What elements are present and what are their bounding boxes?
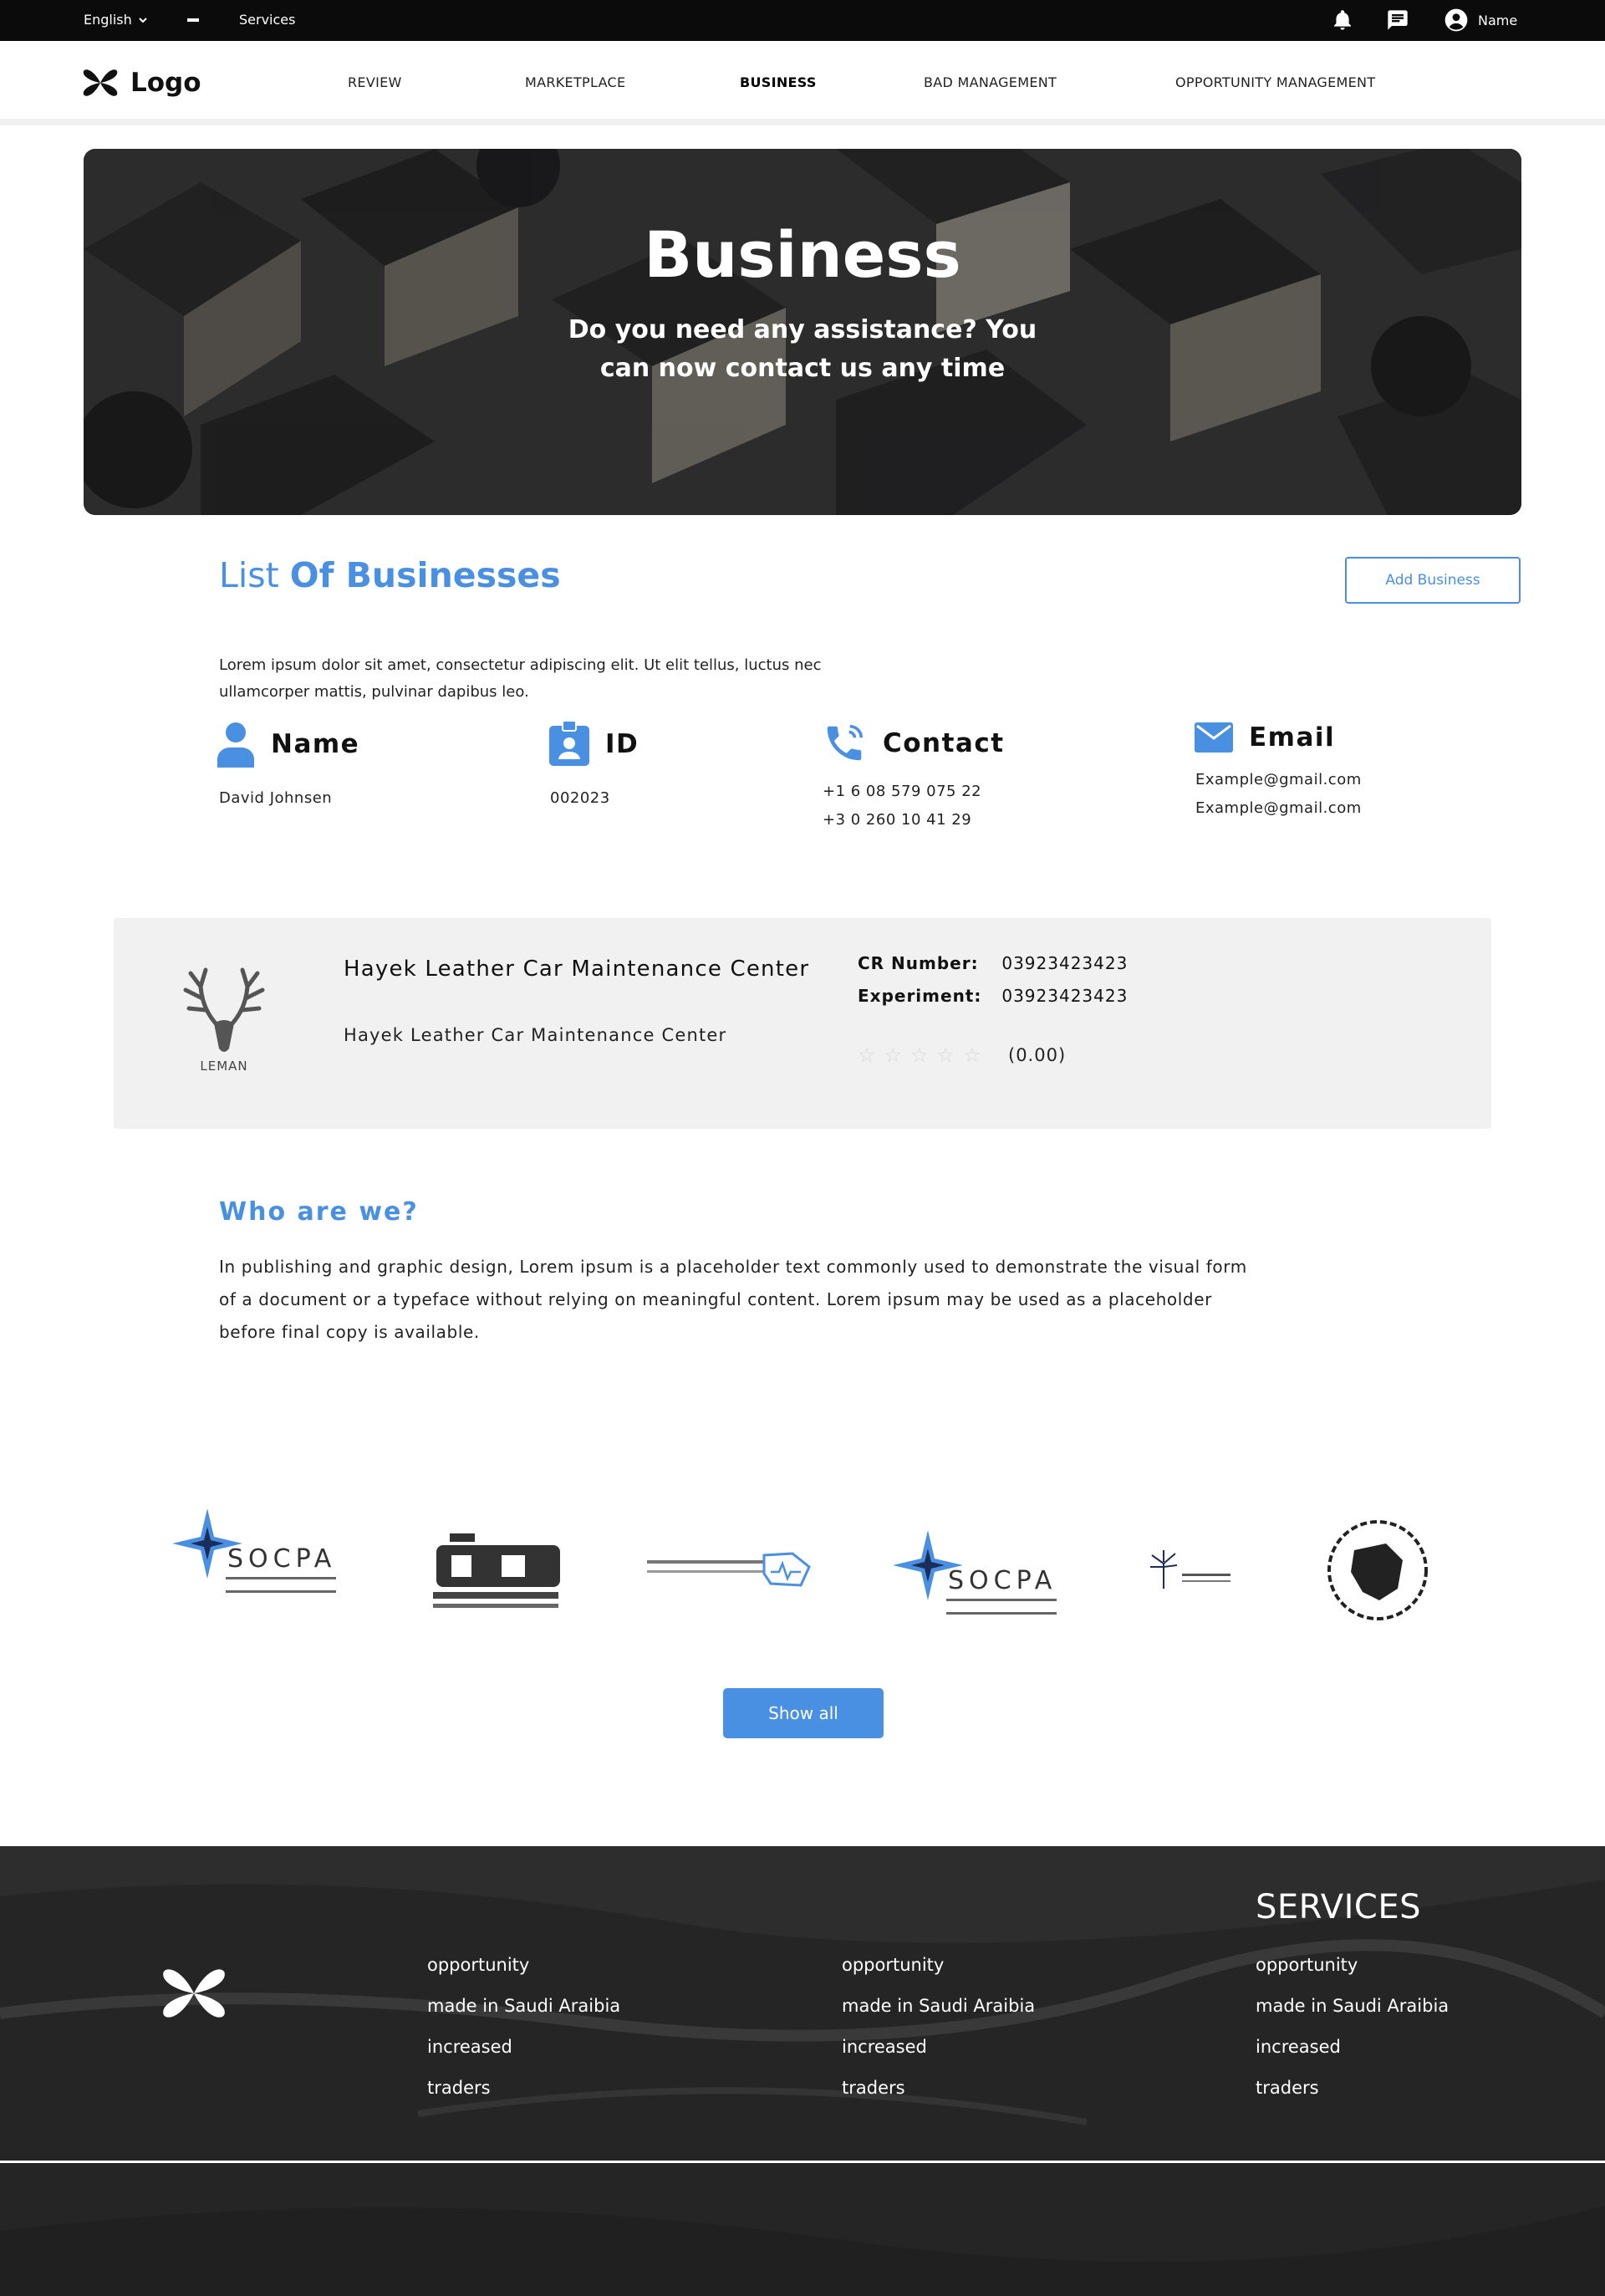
footer-link[interactable]: made in Saudi Araibia bbox=[1256, 1996, 1449, 2037]
who-text: In publishing and graphic design, Lorem … bbox=[219, 1257, 1247, 1342]
partner-logo-socpa-2[interactable]: SOCPA bbox=[891, 1523, 1067, 1630]
nav-marketplace[interactable]: MARKETPLACE bbox=[525, 74, 625, 90]
star-icon: ☆ bbox=[963, 1043, 981, 1067]
info-contact-phone-2: +3 0 260 10 41 29 bbox=[823, 811, 972, 829]
footer-link[interactable]: traders bbox=[1256, 2078, 1449, 2119]
logo-icon bbox=[83, 69, 118, 96]
footer-column-1: opportunity made in Saudi Araibia increa… bbox=[427, 1955, 620, 2119]
footer-link[interactable]: opportunity bbox=[427, 1955, 620, 1996]
partner-socpa-text: SOCPA bbox=[948, 1566, 1057, 1595]
info-email-value-2: Example@gmail.com bbox=[1195, 799, 1362, 817]
nav-opportunity-management[interactable]: OPPORTUNITY MANAGEMENT bbox=[1175, 74, 1375, 90]
info-id-label: ID bbox=[605, 729, 639, 759]
footer-column-2: opportunity made in Saudi Araibia increa… bbox=[842, 1955, 1035, 2119]
footer-link[interactable]: opportunity bbox=[1256, 1955, 1449, 1996]
phone-icon bbox=[827, 724, 864, 761]
main-nav: Logo REVIEW MARKETPLACE BUSINESS BAD MAN… bbox=[0, 41, 1605, 125]
bell-icon[interactable] bbox=[1331, 8, 1354, 32]
logo-text: Logo bbox=[130, 68, 201, 98]
business-name[interactable]: Hayek Leather Car Maintenance Center bbox=[344, 953, 812, 986]
footer-logo-icon[interactable] bbox=[160, 1960, 227, 2027]
nav-business[interactable]: BUSINESS bbox=[740, 74, 817, 90]
hero-title: Business bbox=[644, 217, 961, 292]
info-name-value: David Johnsen bbox=[219, 789, 333, 807]
partner-logo-colleges-of-excellence[interactable] bbox=[1145, 1549, 1237, 1599]
info-email-value-1: Example@gmail.com bbox=[1195, 771, 1362, 788]
business-subtitle: Hayek Leather Car Maintenance Center bbox=[344, 1025, 727, 1045]
info-id-value: 002023 bbox=[550, 789, 610, 807]
info-contact: Contact +1 6 08 579 075 22 +3 0 260 10 4… bbox=[821, 721, 1005, 834]
list-title-light: List bbox=[219, 555, 279, 595]
cr-number-row: CR Number: 03923423423 bbox=[858, 953, 1128, 973]
info-id: ID 002023 bbox=[548, 721, 639, 813]
footer-link[interactable]: increased bbox=[1256, 2037, 1449, 2078]
footer-link[interactable]: traders bbox=[427, 2078, 620, 2119]
footer-link[interactable]: made in Saudi Araibia bbox=[427, 1996, 620, 2037]
nav-review[interactable]: REVIEW bbox=[348, 74, 402, 90]
rating-score: (0.00) bbox=[1008, 1045, 1067, 1065]
partner-logo-socpa[interactable]: SOCPA bbox=[171, 1502, 346, 1609]
top-bar: English Services Name bbox=[0, 0, 1605, 41]
star-icon: ☆ bbox=[858, 1043, 876, 1067]
footer-link[interactable]: made in Saudi Araibia bbox=[842, 1996, 1035, 2037]
language-selector[interactable]: English bbox=[84, 12, 149, 28]
person-icon bbox=[217, 722, 254, 768]
info-contact-phone-1: +1 6 08 579 075 22 bbox=[823, 783, 982, 800]
info-name: Name David Johnsen bbox=[216, 721, 359, 813]
info-name-label: Name bbox=[271, 729, 360, 759]
add-business-button[interactable]: Add Business bbox=[1345, 557, 1521, 604]
partner-logo-scfhs[interactable] bbox=[647, 1549, 811, 1590]
nav-bad-management[interactable]: BAD MANAGEMENT bbox=[924, 74, 1057, 90]
list-title-bold: Of Businesses bbox=[289, 555, 561, 595]
experiment-label: Experiment: bbox=[858, 986, 982, 1006]
footer-link[interactable]: traders bbox=[842, 2078, 1035, 2119]
star-icon: ☆ bbox=[936, 1043, 955, 1067]
footer-column-3: opportunity made in Saudi Araibia increa… bbox=[1256, 1955, 1449, 2119]
partner-socpa-text: SOCPA bbox=[227, 1544, 336, 1574]
info-email: Email Example@gmail.com Example@gmail.co… bbox=[1194, 721, 1362, 823]
footer-link[interactable]: increased bbox=[842, 2037, 1035, 2078]
chat-icon[interactable] bbox=[1386, 8, 1409, 32]
language-label: English bbox=[84, 12, 132, 28]
footer-link[interactable]: increased bbox=[427, 2037, 620, 2078]
chevron-down-icon bbox=[139, 17, 147, 23]
show-all-button[interactable]: Show all bbox=[723, 1688, 884, 1738]
user-name: Name bbox=[1478, 12, 1518, 28]
star-icon: ☆ bbox=[884, 1043, 903, 1067]
experiment-row: Experiment: 03923423423 bbox=[858, 986, 1128, 1006]
list-title: List Of Businesses bbox=[219, 555, 561, 595]
info-email-label: Email bbox=[1249, 722, 1336, 753]
star-icon: ☆ bbox=[910, 1043, 929, 1067]
cr-number-label: CR Number: bbox=[858, 953, 979, 973]
footer-services-title: SERVICES bbox=[1256, 1888, 1422, 1926]
business-logo: LEMAN bbox=[183, 967, 265, 1074]
user-menu[interactable]: Name bbox=[1443, 7, 1517, 33]
email-icon bbox=[1195, 722, 1233, 753]
business-logo-text: LEMAN bbox=[200, 1059, 247, 1074]
services-link[interactable]: Services bbox=[239, 12, 295, 28]
partner-logo-hrdf[interactable] bbox=[430, 1533, 563, 1614]
divider bbox=[187, 18, 199, 22]
who-title: Who are we? bbox=[219, 1197, 419, 1227]
rating-stars: ☆ ☆ ☆ ☆ ☆ bbox=[858, 1043, 981, 1067]
footer: opportunity made in Saudi Araibia increa… bbox=[0, 1846, 1605, 2296]
hero-banner: Business Do you need any assistance? You… bbox=[84, 149, 1521, 515]
footer-link[interactable]: opportunity bbox=[842, 1955, 1035, 1996]
list-intro-text: Lorem ipsum dolor sit amet, consectetur … bbox=[219, 656, 822, 701]
cr-number-value: 03923423423 bbox=[1001, 953, 1129, 973]
id-badge-icon bbox=[549, 721, 589, 766]
business-card[interactable]: LEMAN Hayek Leather Car Maintenance Cent… bbox=[114, 918, 1491, 1129]
partner-logo-contracting[interactable] bbox=[1321, 1513, 1434, 1627]
experiment-value: 03923423423 bbox=[1001, 986, 1129, 1006]
hero-subtitle: Do you need any assistance? You can now … bbox=[568, 315, 1037, 383]
account-icon bbox=[1444, 8, 1468, 32]
brand[interactable]: Logo bbox=[82, 64, 201, 101]
footer-divider bbox=[0, 2161, 1605, 2163]
info-contact-label: Contact bbox=[883, 728, 1005, 758]
